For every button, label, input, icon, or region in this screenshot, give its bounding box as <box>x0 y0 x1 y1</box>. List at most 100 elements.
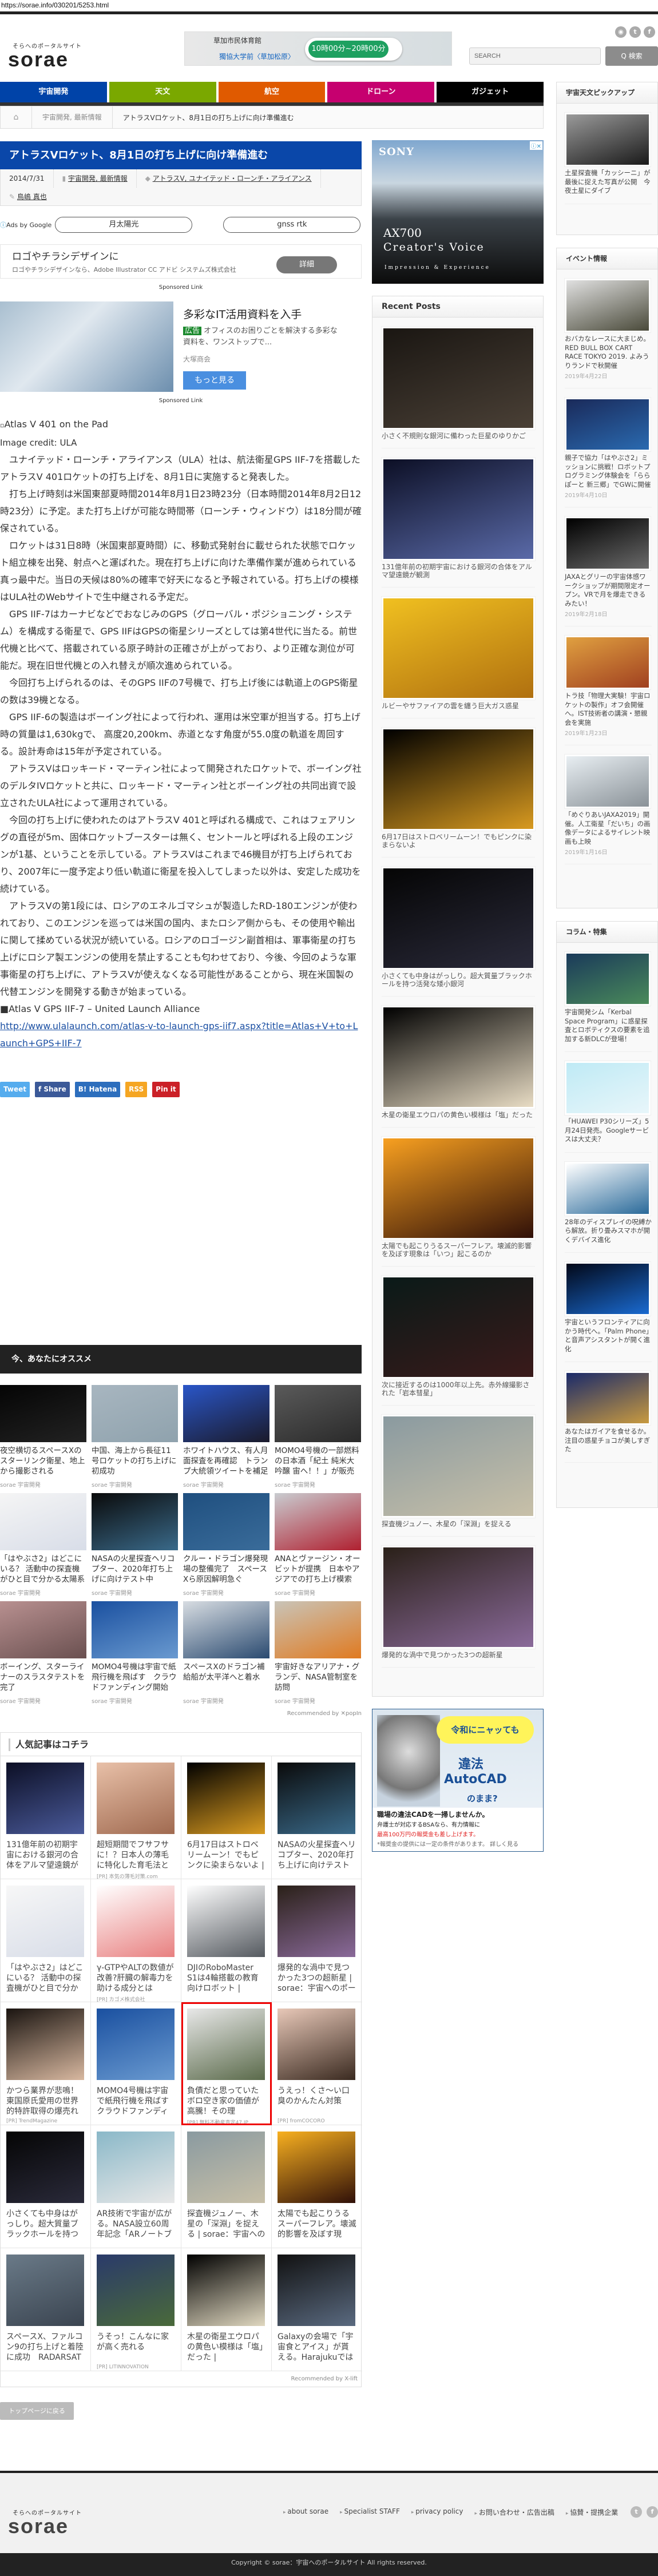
recommend-title[interactable]: スペースXのドラゴン補給船が太平洋へと着水 <box>183 1662 269 1693</box>
twitter-icon[interactable]: t <box>629 26 641 38</box>
facebook-icon[interactable]: f <box>644 26 655 38</box>
recent-post[interactable]: 次に接近するのは1000年以上先。赤外線撮影された「岩本彗星」 <box>381 1267 536 1406</box>
popular-title[interactable]: γ-GTPやALTの数値が改善?肝臓の解毒力を助ける成分とは <box>97 1963 175 1994</box>
recent-post[interactable]: ルビーやサファイアの雲を纏う巨大ガス惑星 <box>381 588 536 719</box>
event-thumbnail[interactable] <box>564 397 651 452</box>
footer-link[interactable]: Specialist STAFF <box>340 2507 399 2517</box>
info-icon[interactable]: ⓘ <box>0 220 6 229</box>
xlift-credit[interactable]: Recommended by X-lift <box>291 2376 358 2382</box>
ad-detail-button[interactable]: 詳細 <box>276 256 337 273</box>
event-item[interactable]: JAXAとグリーの宇宙体感ワークショップが期間限定オープン。VRで月を爆走できる… <box>564 507 652 626</box>
column-thumbnail[interactable] <box>564 1061 651 1116</box>
recent-post-title[interactable]: 爆発的な渦中で見つかった3つの超新星 <box>382 1651 535 1659</box>
recent-post-thumbnail[interactable] <box>381 1275 536 1379</box>
popular-title[interactable]: かつら業界が悲鳴！東国原氏愛用の世界的特許取得の爆売れ <box>6 2086 85 2117</box>
ad-hours-pill[interactable]: 10時00分~20時00分 <box>305 38 402 61</box>
recommend-thumbnail[interactable] <box>92 1385 178 1442</box>
column-thumbnail[interactable] <box>564 1371 651 1426</box>
event-thumbnail[interactable] <box>564 516 651 571</box>
recommend-item[interactable]: MOMO4号機は宇宙で紙飛行機を飛ばす クラウドファンディング開始 sorae 宇… <box>92 1601 178 1709</box>
recommend-title[interactable]: クルー・ドラゴン爆発現場の整備完了 スペースXら原因解明急ぐ <box>183 1554 269 1585</box>
column-item-title[interactable]: 28年のディスプレイの呪縛から解放。折り畳みスマホが開くデバイス進化 <box>565 1218 652 1245</box>
popular-title[interactable]: スペースX、ファルコン9の打ち上げと着陸に成功 RADARSAT <box>6 2332 85 2363</box>
footer-link[interactable]: about sorae <box>283 2507 328 2517</box>
search-button[interactable]: Q 検索 <box>605 46 658 66</box>
popular-item[interactable]: AR技術で宇宙が広がる。NASA設立60周年記念「ARノートブ <box>91 2125 181 2248</box>
column-thumbnail[interactable] <box>564 1261 651 1316</box>
popular-thumbnail[interactable] <box>6 1886 84 1957</box>
popular-thumbnail[interactable] <box>97 2009 175 2080</box>
recommend-item[interactable]: 中国、海上から長征11号ロケットの打ち上げに初成功 sorae 宇宙開発 <box>92 1385 178 1493</box>
recommend-item[interactable]: 「はやぶさ2」はどこにいる？ 活動中の探査機がひと目で分かる太陽系マ… sorae… <box>0 1493 86 1601</box>
popular-title[interactable]: うそっ！こんなに家が高く売れる <box>97 2332 175 2363</box>
nav-item-2[interactable]: 航空 <box>218 82 326 102</box>
back-to-top-button[interactable]: トップページに戻る <box>0 2402 74 2420</box>
recommend-thumbnail[interactable] <box>275 1493 361 1550</box>
article-tags[interactable]: アトラスV, ユナイテッド・ローンチ・アライアンス <box>153 174 312 182</box>
column-item[interactable]: 宇宙開発シム「Kerbal Space Program」に惑星探査とロボティクス… <box>564 943 652 1052</box>
recommend-thumbnail[interactable] <box>0 1493 86 1550</box>
popular-title[interactable]: 「はやぶさ2」はどこにいる？ 活動中の探査機がひと目で分か <box>6 1963 85 1994</box>
popular-thumbnail[interactable] <box>278 2009 355 2080</box>
popular-title[interactable]: 超短期間でフサフサに！？日本人の薄毛に特化した育毛法と <box>97 1840 175 1871</box>
popular-thumbnail[interactable] <box>187 2255 265 2326</box>
popular-title[interactable]: AR技術で宇宙が広がる。NASA設立60周年記念「ARノートブ <box>97 2209 175 2240</box>
recent-post[interactable]: 6月17日はストロベリームーン！でもピンクに染まらないよ <box>381 719 536 858</box>
share-button-twitter[interactable]: Tweet <box>0 1082 30 1097</box>
popular-thumbnail[interactable] <box>97 1763 175 1834</box>
event-item-title[interactable]: 親子で協力「はやぶさ2」ミッションに挑戦！ロボットプログラミング体験会を「ららぽ… <box>565 454 652 489</box>
recent-post-thumbnail[interactable] <box>381 866 536 970</box>
recent-post-thumbnail[interactable] <box>381 457 536 561</box>
popular-thumbnail[interactable] <box>97 2255 175 2326</box>
popular-thumbnail[interactable] <box>187 1763 265 1834</box>
popular-item[interactable]: 6月17日はストロベリームーン！でもピンクに染まらないよ | <box>181 1756 272 1879</box>
recent-post-title[interactable]: 次に接近するのは1000年以上先。赤外線撮影された「岩本彗星」 <box>382 1381 535 1397</box>
column-thumbnail[interactable] <box>564 1161 651 1216</box>
event-item-title[interactable]: 「めぐりあいJAXA2019」開催。人工衛星「だいち」の画像データによるサイレン… <box>565 811 652 846</box>
event-thumbnail[interactable] <box>564 635 651 690</box>
popular-item[interactable]: 爆発的な渦中で見つかった3つの超新星 | sorae：宇宙へのポー <box>272 1879 362 2002</box>
popular-item[interactable]: 131億年前の初期宇宙における銀河の合体をアルマ望遠鏡が観 <box>1 1756 91 1879</box>
recommend-item[interactable]: ホワイトハウス、有人月面探査を再確認 トランプ大統領ツイートを補足 sorae 宇… <box>183 1385 269 1493</box>
recommend-title[interactable]: 「はやぶさ2」はどこにいる？ 活動中の探査機がひと目で分かる太陽系マ… <box>0 1554 86 1585</box>
share-button-facebook[interactable]: f Share <box>34 1082 70 1097</box>
recommend-thumbnail[interactable] <box>0 1385 86 1442</box>
popular-item[interactable]: 超短期間でフサフサに！？日本人の薄毛に特化した育毛法と [PR] 本気の薄毛対策.… <box>91 1756 181 1880</box>
popular-item[interactable]: うそっ！こんなに家が高く売れる [PR] LITINNOVATION <box>91 2248 181 2371</box>
recommend-thumbnail[interactable] <box>183 1601 269 1658</box>
popular-item[interactable]: うえっ！くさ〜い口臭のかんたん対策 [PR] fromCOCORO <box>272 2002 362 2125</box>
recent-post-thumbnail[interactable] <box>381 596 536 700</box>
event-item[interactable]: 「めぐりあいJAXA2019」開催。人工衛星「だいち」の画像データによるサイレン… <box>564 745 652 864</box>
sony-ad[interactable]: SONY AX700 Creator's Voice Impression & … <box>372 140 544 284</box>
share-button-rss[interactable]: RSS <box>125 1082 148 1097</box>
recommend-title[interactable]: MOMO4号機は宇宙で紙飛行機を飛ばす クラウドファンディング開始 <box>92 1662 178 1693</box>
ad-keyword-button[interactable]: 月太陽光 <box>55 217 193 233</box>
event-item-title[interactable]: おバカなレースに大まじめ。RED BULL BOX CART RACE TOKY… <box>565 335 652 370</box>
ad-more-link[interactable]: *報奨金の提供には一定の条件があります。 詳しく見る <box>377 1840 538 1849</box>
recent-post-thumbnail[interactable] <box>381 1136 536 1240</box>
popular-title[interactable]: 小さくても中身はがっしり。超大質量ブラックホールを持つ <box>6 2209 85 2240</box>
popular-item[interactable]: 小さくても中身はがっしり。超大質量ブラックホールを持つ <box>1 2125 91 2248</box>
recent-post[interactable]: 小さくても中身はがっしり。超大質量ブラックホールを持つ活発な矮小銀河 <box>381 858 536 997</box>
recommend-item[interactable]: ANAとヴァージン・オービットが提携 日本やアジアでの打ち上げ模索 sorae 宇… <box>275 1493 361 1601</box>
article-author[interactable]: 鳥嶋 真也 <box>17 193 47 201</box>
column-item[interactable]: 28年のディスプレイの呪縛から解放。折り畳みスマホが開くデバイス進化 <box>564 1153 652 1253</box>
popular-title[interactable]: 太陽でも起こりうるスーパーフレア。壊滅的影響を及ぼす現 <box>278 2209 356 2240</box>
popular-item[interactable]: NASAの火星探査ヘリコプター、2020年打ち上げに向けテスト <box>272 1756 362 1879</box>
recommend-item[interactable]: 宇宙好きなアリアナ・グランデ、NASA管制室を訪問 sorae 宇宙開発 <box>275 1601 361 1709</box>
ad-more-button[interactable]: もっと見る <box>183 371 246 390</box>
nav-item-0[interactable]: 宇宙開発 <box>0 82 107 102</box>
popular-thumbnail[interactable] <box>278 1886 355 1957</box>
recent-post-title[interactable]: 131億年前の初期宇宙における銀河の合体をアルマ望遠鏡が観測 <box>382 563 535 579</box>
event-item-title[interactable]: JAXAとグリーの宇宙体感ワークショップが期間限定オープン。VRで月を爆走できる… <box>565 573 652 608</box>
recommend-title[interactable]: NASAの火星探査ヘリコプター、2020年打ち上げに向けテスト中 <box>92 1554 178 1585</box>
popular-item[interactable]: 負債だと思っていたボロ空き家の価値が高騰！その理 [PR] 無料不動産査定47.J… <box>181 2002 272 2126</box>
popular-title[interactable]: 探査機ジュノー、木星の「深淵」を捉える | sorae：宇宙への <box>187 2209 265 2240</box>
column-item[interactable]: 「HUAWEI P30シリーズ」5月24日発売。Googleサービスは大丈夫？ <box>564 1052 652 1153</box>
popular-thumbnail[interactable] <box>97 1886 175 1957</box>
recent-post-title[interactable]: 探査機ジュノー、木星の「深淵」を捉える <box>382 1520 535 1528</box>
recommend-thumbnail[interactable] <box>92 1493 178 1550</box>
popular-item[interactable]: DJIのRoboMaster S1は4輪搭載の教育向けロボット | sorae：… <box>181 1879 272 2002</box>
popular-title[interactable]: 負債だと思っていたボロ空き家の価値が高騰！その理 <box>187 2086 265 2117</box>
recommend-item[interactable]: クルー・ドラゴン爆発現場の整備完了 スペースXら原因解明急ぐ sorae 宇宙開発 <box>183 1493 269 1601</box>
